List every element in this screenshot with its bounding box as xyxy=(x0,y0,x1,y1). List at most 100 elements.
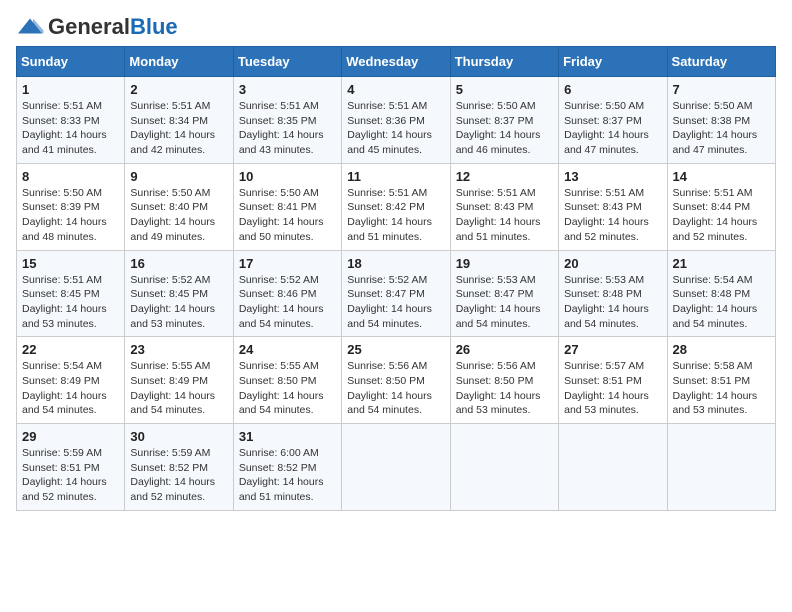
day-number: 1 xyxy=(22,82,119,97)
sunrise-label: Sunrise: 5:50 AM xyxy=(673,100,753,112)
sunrise-label: Sunrise: 5:59 AM xyxy=(130,447,210,459)
day-cell: 20 Sunrise: 5:53 AM Sunset: 8:48 PM Dayl… xyxy=(559,250,667,337)
daylight-label: Daylight: 14 hours and 52 minutes. xyxy=(22,476,107,503)
day-cell: 14 Sunrise: 5:51 AM Sunset: 8:44 PM Dayl… xyxy=(667,163,775,250)
sunrise-label: Sunrise: 5:51 AM xyxy=(22,100,102,112)
day-number: 22 xyxy=(22,342,119,357)
calendar-body: 1 Sunrise: 5:51 AM Sunset: 8:33 PM Dayli… xyxy=(17,77,776,511)
day-cell: 18 Sunrise: 5:52 AM Sunset: 8:47 PM Dayl… xyxy=(342,250,450,337)
daylight-label: Daylight: 14 hours and 47 minutes. xyxy=(673,129,758,156)
page-header: GeneralBlue xyxy=(16,16,776,38)
sunrise-label: Sunrise: 5:50 AM xyxy=(22,187,102,199)
day-cell: 8 Sunrise: 5:50 AM Sunset: 8:39 PM Dayli… xyxy=(17,163,125,250)
sunset-label: Sunset: 8:40 PM xyxy=(130,201,208,213)
day-cell: 19 Sunrise: 5:53 AM Sunset: 8:47 PM Dayl… xyxy=(450,250,558,337)
day-cell: 17 Sunrise: 5:52 AM Sunset: 8:46 PM Dayl… xyxy=(233,250,341,337)
day-number: 13 xyxy=(564,169,661,184)
daylight-label: Daylight: 14 hours and 48 minutes. xyxy=(22,216,107,243)
day-number: 15 xyxy=(22,256,119,271)
sunset-label: Sunset: 8:50 PM xyxy=(239,375,317,387)
sunrise-label: Sunrise: 5:59 AM xyxy=(22,447,102,459)
daylight-label: Daylight: 14 hours and 53 minutes. xyxy=(22,303,107,330)
sunrise-label: Sunrise: 5:51 AM xyxy=(564,187,644,199)
daylight-label: Daylight: 14 hours and 54 minutes. xyxy=(239,303,324,330)
sunrise-label: Sunrise: 5:53 AM xyxy=(456,274,536,286)
day-number: 4 xyxy=(347,82,444,97)
day-number: 14 xyxy=(673,169,770,184)
sunrise-label: Sunrise: 5:52 AM xyxy=(130,274,210,286)
day-cell: 1 Sunrise: 5:51 AM Sunset: 8:33 PM Dayli… xyxy=(17,77,125,164)
sunset-label: Sunset: 8:38 PM xyxy=(673,115,751,127)
daylight-label: Daylight: 14 hours and 51 minutes. xyxy=(239,476,324,503)
day-info: Sunrise: 5:54 AM Sunset: 8:49 PM Dayligh… xyxy=(22,359,119,418)
day-cell: 26 Sunrise: 5:56 AM Sunset: 8:50 PM Dayl… xyxy=(450,337,558,424)
sunrise-label: Sunrise: 5:50 AM xyxy=(130,187,210,199)
weekday-cell: Wednesday xyxy=(342,47,450,77)
week-row: 22 Sunrise: 5:54 AM Sunset: 8:49 PM Dayl… xyxy=(17,337,776,424)
sunset-label: Sunset: 8:48 PM xyxy=(564,288,642,300)
sunset-label: Sunset: 8:49 PM xyxy=(130,375,208,387)
day-number: 21 xyxy=(673,256,770,271)
day-number: 24 xyxy=(239,342,336,357)
day-number: 9 xyxy=(130,169,227,184)
calendar-header: SundayMondayTuesdayWednesdayThursdayFrid… xyxy=(17,47,776,77)
day-cell: 28 Sunrise: 5:58 AM Sunset: 8:51 PM Dayl… xyxy=(667,337,775,424)
sunrise-label: Sunrise: 5:52 AM xyxy=(239,274,319,286)
sunrise-label: Sunrise: 5:51 AM xyxy=(673,187,753,199)
day-number: 6 xyxy=(564,82,661,97)
daylight-label: Daylight: 14 hours and 51 minutes. xyxy=(456,216,541,243)
sunset-label: Sunset: 8:37 PM xyxy=(564,115,642,127)
sunrise-label: Sunrise: 5:57 AM xyxy=(564,360,644,372)
sunrise-label: Sunrise: 5:51 AM xyxy=(239,100,319,112)
day-info: Sunrise: 5:55 AM Sunset: 8:50 PM Dayligh… xyxy=(239,359,336,418)
day-info: Sunrise: 5:52 AM Sunset: 8:46 PM Dayligh… xyxy=(239,273,336,332)
daylight-label: Daylight: 14 hours and 47 minutes. xyxy=(564,129,649,156)
day-info: Sunrise: 5:53 AM Sunset: 8:47 PM Dayligh… xyxy=(456,273,553,332)
sunrise-label: Sunrise: 5:50 AM xyxy=(456,100,536,112)
daylight-label: Daylight: 14 hours and 54 minutes. xyxy=(130,390,215,417)
sunset-label: Sunset: 8:51 PM xyxy=(673,375,751,387)
day-number: 5 xyxy=(456,82,553,97)
day-info: Sunrise: 5:53 AM Sunset: 8:48 PM Dayligh… xyxy=(564,273,661,332)
sunrise-label: Sunrise: 5:52 AM xyxy=(347,274,427,286)
sunrise-label: Sunrise: 5:56 AM xyxy=(347,360,427,372)
sunset-label: Sunset: 8:45 PM xyxy=(22,288,100,300)
day-number: 31 xyxy=(239,429,336,444)
day-cell: 10 Sunrise: 5:50 AM Sunset: 8:41 PM Dayl… xyxy=(233,163,341,250)
sunrise-label: Sunrise: 5:58 AM xyxy=(673,360,753,372)
day-number: 26 xyxy=(456,342,553,357)
day-cell: 29 Sunrise: 5:59 AM Sunset: 8:51 PM Dayl… xyxy=(17,424,125,511)
day-number: 23 xyxy=(130,342,227,357)
day-cell: 11 Sunrise: 5:51 AM Sunset: 8:42 PM Dayl… xyxy=(342,163,450,250)
day-info: Sunrise: 5:59 AM Sunset: 8:51 PM Dayligh… xyxy=(22,446,119,505)
day-info: Sunrise: 5:57 AM Sunset: 8:51 PM Dayligh… xyxy=(564,359,661,418)
day-number: 8 xyxy=(22,169,119,184)
day-number: 17 xyxy=(239,256,336,271)
day-number: 11 xyxy=(347,169,444,184)
weekday-cell: Tuesday xyxy=(233,47,341,77)
day-info: Sunrise: 5:50 AM Sunset: 8:37 PM Dayligh… xyxy=(456,99,553,158)
daylight-label: Daylight: 14 hours and 49 minutes. xyxy=(130,216,215,243)
day-cell: 3 Sunrise: 5:51 AM Sunset: 8:35 PM Dayli… xyxy=(233,77,341,164)
sunrise-label: Sunrise: 5:51 AM xyxy=(456,187,536,199)
sunset-label: Sunset: 8:39 PM xyxy=(22,201,100,213)
week-row: 15 Sunrise: 5:51 AM Sunset: 8:45 PM Dayl… xyxy=(17,250,776,337)
logo-text: GeneralBlue xyxy=(48,16,178,38)
logo-icon xyxy=(16,17,44,35)
day-cell: 24 Sunrise: 5:55 AM Sunset: 8:50 PM Dayl… xyxy=(233,337,341,424)
day-info: Sunrise: 5:50 AM Sunset: 8:37 PM Dayligh… xyxy=(564,99,661,158)
week-row: 29 Sunrise: 5:59 AM Sunset: 8:51 PM Dayl… xyxy=(17,424,776,511)
logo: GeneralBlue xyxy=(16,16,178,38)
day-info: Sunrise: 5:50 AM Sunset: 8:40 PM Dayligh… xyxy=(130,186,227,245)
sunset-label: Sunset: 8:35 PM xyxy=(239,115,317,127)
weekday-row: SundayMondayTuesdayWednesdayThursdayFrid… xyxy=(17,47,776,77)
day-info: Sunrise: 5:50 AM Sunset: 8:38 PM Dayligh… xyxy=(673,99,770,158)
day-cell: 27 Sunrise: 5:57 AM Sunset: 8:51 PM Dayl… xyxy=(559,337,667,424)
weekday-cell: Friday xyxy=(559,47,667,77)
day-number: 25 xyxy=(347,342,444,357)
day-number: 30 xyxy=(130,429,227,444)
sunset-label: Sunset: 8:51 PM xyxy=(564,375,642,387)
day-number: 18 xyxy=(347,256,444,271)
sunset-label: Sunset: 8:51 PM xyxy=(22,462,100,474)
sunset-label: Sunset: 8:52 PM xyxy=(130,462,208,474)
